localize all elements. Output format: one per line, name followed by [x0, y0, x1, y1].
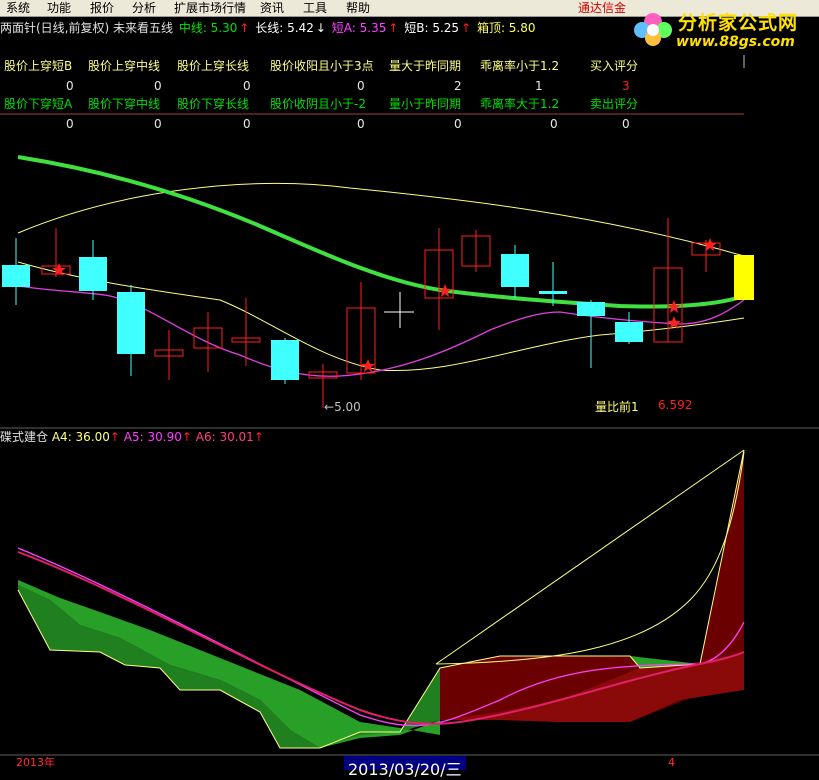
- trend-line: [435, 449, 745, 665]
- xaxis-year: 2013年: [16, 756, 55, 769]
- long-line: [17, 183, 745, 257]
- up-arrow-icon: ↑: [109, 430, 120, 444]
- crosshair-cursor-icon: [384, 292, 414, 328]
- green-band: [18, 580, 440, 748]
- a5-label: A5: 30.90: [123, 430, 182, 444]
- up-arrow-icon: ↑: [253, 430, 264, 444]
- volume-ratio-label: 量比前1: [595, 400, 639, 414]
- cursor-date: 2013/03/20/三: [344, 756, 466, 779]
- up-arrow-icon: ↑: [181, 430, 192, 444]
- chart-canvas[interactable]: [0, 0, 819, 770]
- candlesticks: [2, 218, 754, 408]
- low-price-label: 5.00: [334, 400, 361, 414]
- low-price-marker: ←5.00: [324, 400, 361, 414]
- xaxis-month-mark: 4: [668, 756, 675, 769]
- mid-line: [17, 155, 745, 309]
- indicator-legend: 碟式建仓 A4: 36.00↑ A5: 30.90↑ A6: 30.01↑: [0, 429, 264, 445]
- a4-label: A4: 36.00: [51, 430, 110, 444]
- a6-label: A6: 30.01: [195, 430, 254, 444]
- indicator-name: 碟式建仓: [0, 430, 49, 444]
- volume-ratio-value: 6.592: [658, 398, 693, 412]
